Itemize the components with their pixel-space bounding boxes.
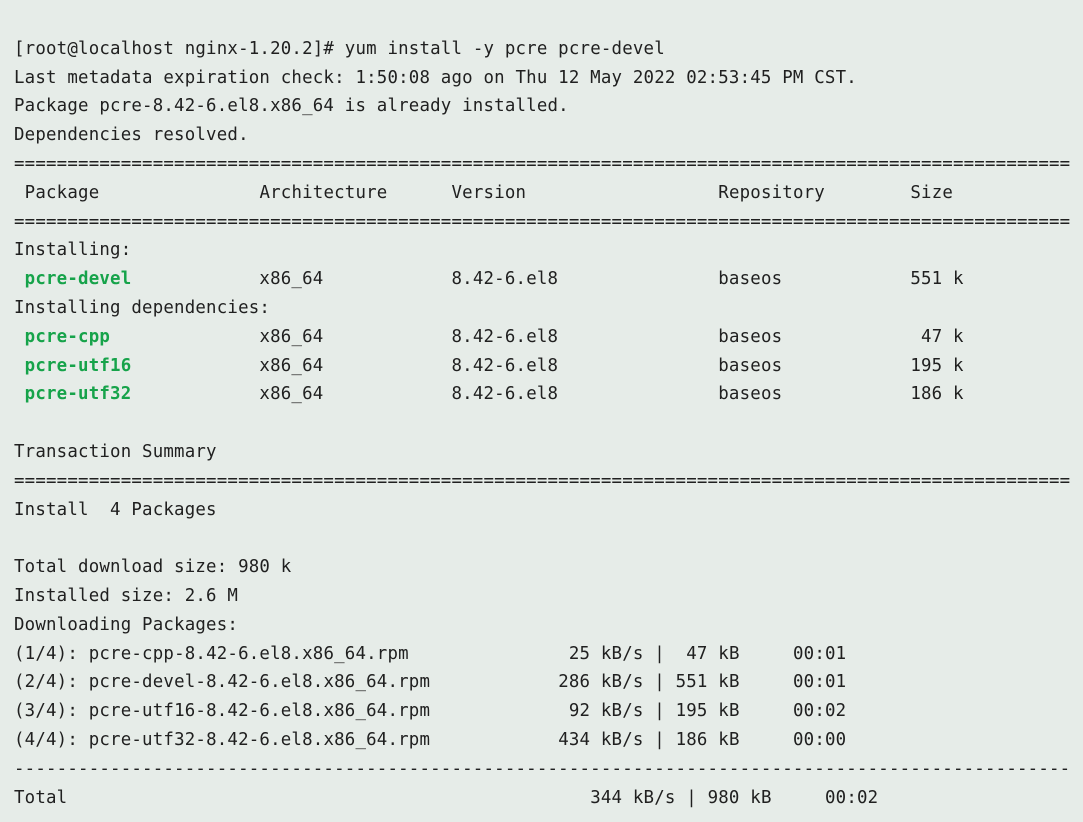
rule-eq: ========================================… xyxy=(14,471,1070,491)
pkg-ver: 8.42-6.el8 xyxy=(452,384,559,404)
dl-time: 00:01 xyxy=(793,644,846,664)
pkg-size: 47 k xyxy=(921,327,964,347)
pkg-name: pcre-utf32 xyxy=(25,384,132,404)
pkg-repo: baseos xyxy=(718,384,782,404)
dl-size: 186 kB xyxy=(676,730,740,750)
dl-idx: (4/4): xyxy=(14,730,78,750)
dl-time: 00:01 xyxy=(793,672,846,692)
downloading-header: Downloading Packages: xyxy=(14,615,238,635)
rule-eq: ========================================… xyxy=(14,212,1070,232)
pkg-name: pcre-devel xyxy=(25,269,132,289)
col-package: Package xyxy=(25,183,100,203)
pkg-name: pcre-cpp xyxy=(25,327,110,347)
pkg-arch: x86_64 xyxy=(259,269,323,289)
terminal-output: [root@localhost nginx-1.20.2]# yum insta… xyxy=(0,0,1083,822)
dl-idx: (2/4): xyxy=(14,672,78,692)
pkg-repo: baseos xyxy=(718,269,782,289)
deps-resolved: Dependencies resolved. xyxy=(14,125,249,145)
dl-rate: 25 kB/s xyxy=(569,644,644,664)
dl-file: pcre-cpp-8.42-6.el8.x86_64.rpm xyxy=(89,644,409,664)
pkg-arch: x86_64 xyxy=(259,356,323,376)
col-arch: Architecture xyxy=(259,183,387,203)
dl-idx: (1/4): xyxy=(14,644,78,664)
pkg-ver: 8.42-6.el8 xyxy=(452,327,559,347)
dl-size: 195 kB xyxy=(676,701,740,721)
pkg-repo: baseos xyxy=(718,356,782,376)
pkg-arch: x86_64 xyxy=(259,327,323,347)
pkg-size: 186 k xyxy=(910,384,963,404)
meta-line: Last metadata expiration check: 1:50:08 … xyxy=(14,68,857,88)
col-version: Version xyxy=(452,183,527,203)
install-count: Install 4 Packages xyxy=(14,500,217,520)
dl-file: pcre-utf16-8.42-6.el8.x86_64.rpm xyxy=(89,701,430,721)
dl-time: 00:00 xyxy=(793,730,846,750)
dl-size: 551 kB xyxy=(676,672,740,692)
section-installing: Installing: xyxy=(14,240,131,260)
dl-rate: 286 kB/s xyxy=(558,672,643,692)
pkg-name: pcre-utf16 xyxy=(25,356,132,376)
dl-rate: 92 kB/s xyxy=(569,701,644,721)
col-repo: Repository xyxy=(718,183,825,203)
rule-eq: ========================================… xyxy=(14,154,1070,174)
section-installing-deps: Installing dependencies: xyxy=(14,298,270,318)
dl-size: 47 kB xyxy=(686,644,739,664)
dl-rate: 434 kB/s xyxy=(558,730,643,750)
section-tx-summary: Transaction Summary xyxy=(14,442,217,462)
pkg-size: 551 k xyxy=(910,269,963,289)
pkg-ver: 8.42-6.el8 xyxy=(452,269,559,289)
dl-time: 00:02 xyxy=(793,701,846,721)
already-installed: Package pcre-8.42-6.el8.x86_64 is alread… xyxy=(14,96,569,116)
total-download-size: Total download size: 980 k xyxy=(14,557,291,577)
rule-dash: ----------------------------------------… xyxy=(14,759,1070,779)
col-size: Size xyxy=(910,183,953,203)
command-text: yum install -y pcre pcre-devel xyxy=(345,39,665,59)
pkg-ver: 8.42-6.el8 xyxy=(452,356,559,376)
dl-file: pcre-devel-8.42-6.el8.x86_64.rpm xyxy=(89,672,430,692)
pkg-repo: baseos xyxy=(718,327,782,347)
dl-file: pcre-utf32-8.42-6.el8.x86_64.rpm xyxy=(89,730,430,750)
pkg-size: 195 k xyxy=(910,356,963,376)
prompt: [root@localhost nginx-1.20.2]# xyxy=(14,39,345,59)
installed-size: Installed size: 2.6 M xyxy=(14,586,238,606)
pkg-arch: x86_64 xyxy=(259,384,323,404)
dl-idx: (3/4): xyxy=(14,701,78,721)
